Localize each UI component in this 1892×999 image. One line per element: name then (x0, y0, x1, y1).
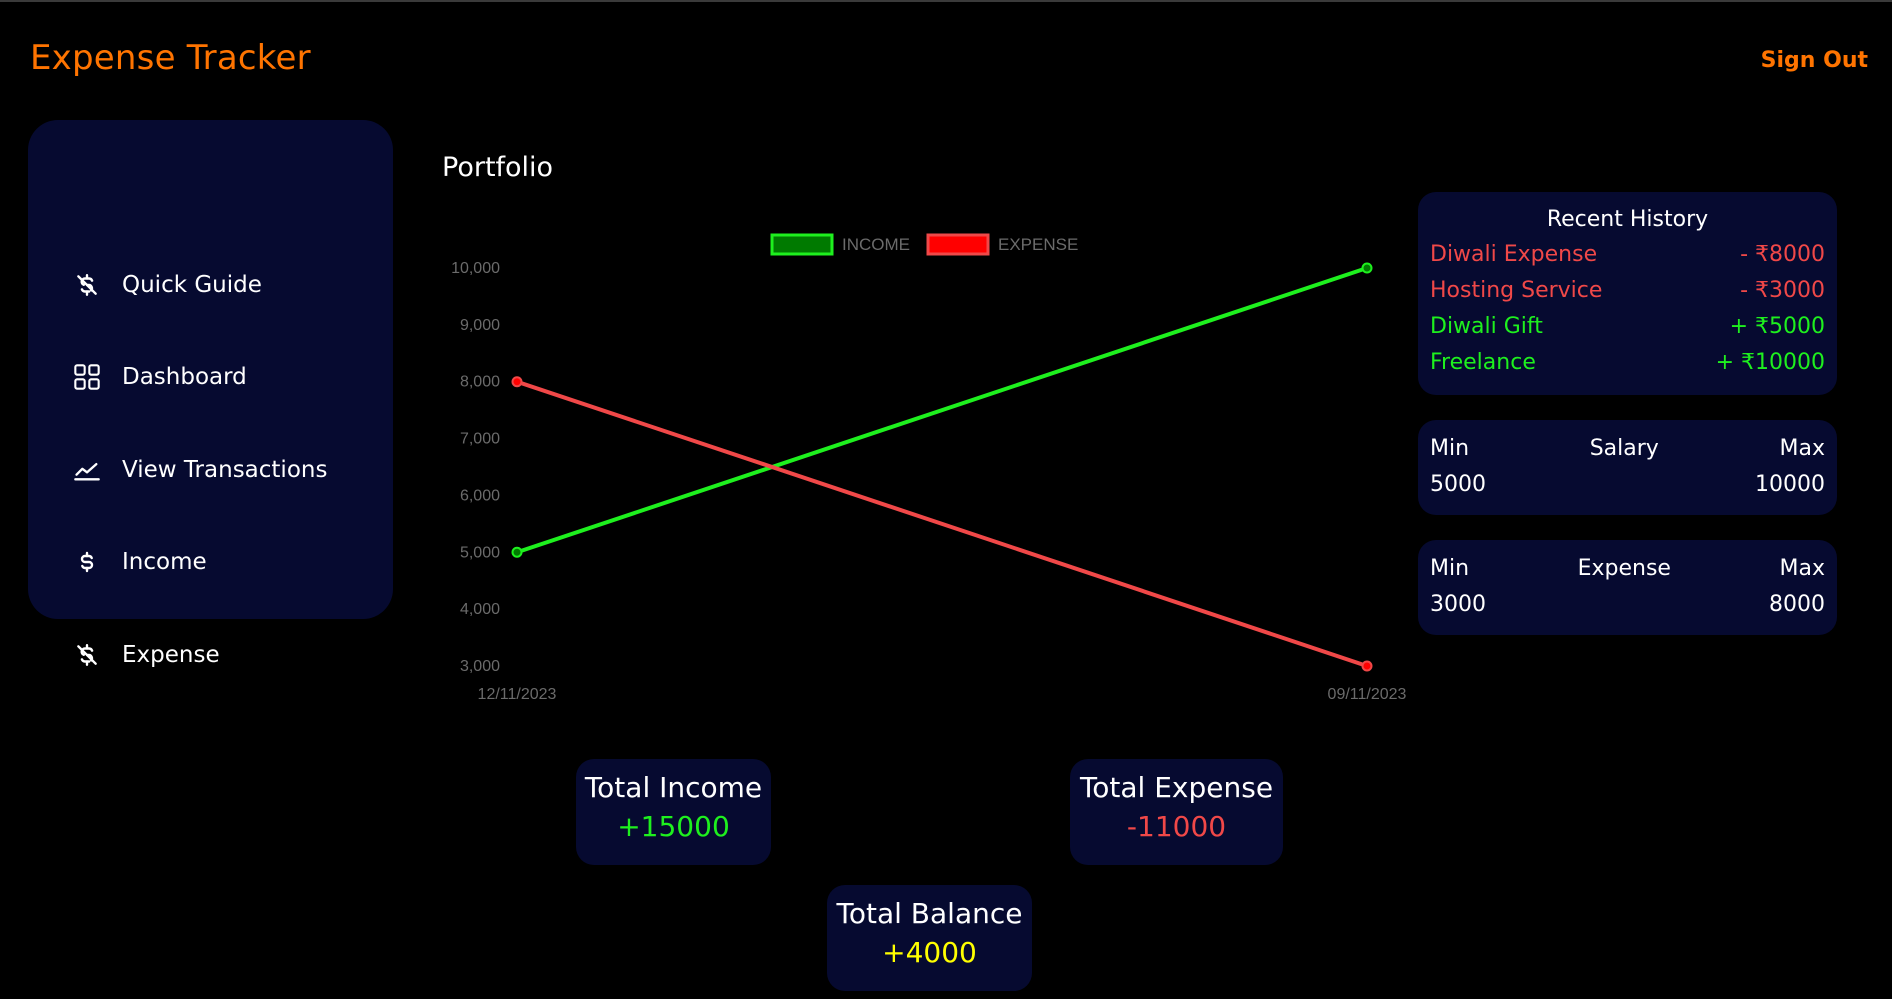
y-tick-label: 4,000 (460, 601, 500, 618)
sidebar-item-label: Expense (122, 642, 220, 668)
chart-series (511, 262, 1373, 672)
dollar-off-icon (72, 640, 102, 670)
history-item: Diwali Gift + ₹5000 (1418, 309, 1837, 345)
total-income-label: Total Income (584, 771, 763, 804)
expense-max-label: Max (1779, 556, 1825, 581)
y-tick-label: 6,000 (460, 487, 500, 504)
salary-max-label: Max (1779, 436, 1825, 461)
history-item-amount: - ₹3000 (1740, 278, 1825, 303)
salary-min-label: Min (1430, 436, 1470, 461)
sidebar-item-label: Dashboard (122, 364, 247, 390)
total-balance-value: +4000 (882, 936, 977, 969)
data-point-expense[interactable] (1361, 660, 1373, 672)
salary-max-value: 10000 (1755, 472, 1825, 497)
expense-max-value: 8000 (1769, 592, 1825, 617)
total-income-value: +15000 (617, 810, 730, 843)
expense-range-card: Min Expense Max 3000 8000 (1418, 540, 1837, 635)
sidebar-item-income[interactable]: Income (28, 542, 393, 582)
total-expense-value: -11000 (1126, 810, 1227, 843)
sidebar-item-label: Income (122, 549, 207, 575)
app-title: Expense Tracker (30, 38, 311, 78)
y-tick-label: 3,000 (460, 658, 500, 675)
sidebar-item-label: Quick Guide (122, 272, 262, 298)
y-tick-label: 5,000 (460, 544, 500, 561)
sidebar-item-view-transactions[interactable]: View Transactions (28, 450, 393, 490)
total-balance-card: Total Balance +4000 (827, 885, 1032, 991)
y-tick-label: 7,000 (460, 431, 500, 448)
legend-swatch (770, 233, 834, 256)
x-axis: 12/11/2023 09/11/2023 (478, 686, 1407, 703)
legend-item-income[interactable]: INCOME (770, 233, 910, 256)
data-point-income[interactable] (1361, 262, 1373, 274)
y-tick-label: 8,000 (460, 374, 500, 391)
recent-history-title: Recent History (1546, 207, 1709, 232)
page-title: Portfolio (442, 152, 554, 183)
salary-range-card: Min Salary Max 5000 10000 (1418, 420, 1837, 515)
history-item: Freelance + ₹10000 (1418, 345, 1837, 381)
legend-item-expense[interactable]: EXPENSE (926, 233, 1078, 256)
legend-label: EXPENSE (998, 235, 1078, 254)
salary-min-value: 5000 (1430, 472, 1486, 497)
history-item-name: Hosting Service (1430, 278, 1603, 303)
data-point-income[interactable] (511, 546, 523, 558)
total-balance-label: Total Balance (836, 897, 1023, 930)
y-tick-label: 10,000 (451, 260, 500, 277)
total-expense-label: Total Expense (1079, 771, 1274, 804)
total-income-card: Total Income +15000 (576, 759, 771, 865)
chart-line-icon (72, 455, 102, 485)
sidebar: Quick Guide Dashboard View Transactions … (28, 120, 393, 668)
history-item-amount: + ₹10000 (1715, 350, 1825, 375)
history-item: Diwali Expense - ₹8000 (1418, 237, 1837, 273)
expense-title: Expense (1577, 556, 1671, 581)
chart-legend: INCOME EXPENSE (770, 233, 1078, 256)
sidebar-item-quick-guide[interactable]: Quick Guide (28, 265, 393, 305)
history-item-name: Diwali Gift (1430, 314, 1543, 339)
series-line-income (516, 266, 1368, 555)
legend-label: INCOME (842, 235, 910, 254)
legend-swatch (926, 233, 990, 256)
line-chart: INCOME EXPENSE 3,000 4,000 5,000 6,000 7,000 8… (451, 233, 1407, 703)
dollar-icon (72, 547, 102, 577)
salary-title: Salary (1589, 436, 1659, 461)
expense-min-value: 3000 (1430, 592, 1486, 617)
x-tick-label: 12/11/2023 (478, 686, 557, 703)
sidebar-item-label: View Transactions (122, 457, 328, 483)
recent-history-card: Recent History Diwali Expense - ₹8000 Host… (1418, 192, 1837, 395)
data-point-expense[interactable] (511, 376, 523, 388)
dollar-off-icon (72, 270, 102, 300)
expense-min-label: Min (1430, 556, 1470, 581)
sign-out-button[interactable]: Sign Out (1761, 48, 1868, 73)
history-item-amount: + ₹5000 (1729, 314, 1825, 339)
total-expense-card: Total Expense -11000 (1070, 759, 1283, 865)
x-tick-label: 09/11/2023 (1328, 686, 1407, 703)
history-item-amount: - ₹8000 (1740, 242, 1825, 267)
sidebar-item-dashboard[interactable]: Dashboard (28, 357, 393, 397)
y-axis: 3,000 4,000 5,000 6,000 7,000 8,000 9,000 10,00… (451, 260, 500, 675)
history-item-name: Freelance (1430, 350, 1536, 375)
history-item: Hosting Service - ₹3000 (1418, 273, 1837, 309)
sidebar-item-expense[interactable]: Expense (28, 635, 393, 675)
history-item-name: Diwali Expense (1430, 242, 1598, 267)
series-line-expense (516, 379, 1368, 668)
grid-icon (72, 362, 102, 392)
y-tick-label: 9,000 (460, 317, 500, 334)
